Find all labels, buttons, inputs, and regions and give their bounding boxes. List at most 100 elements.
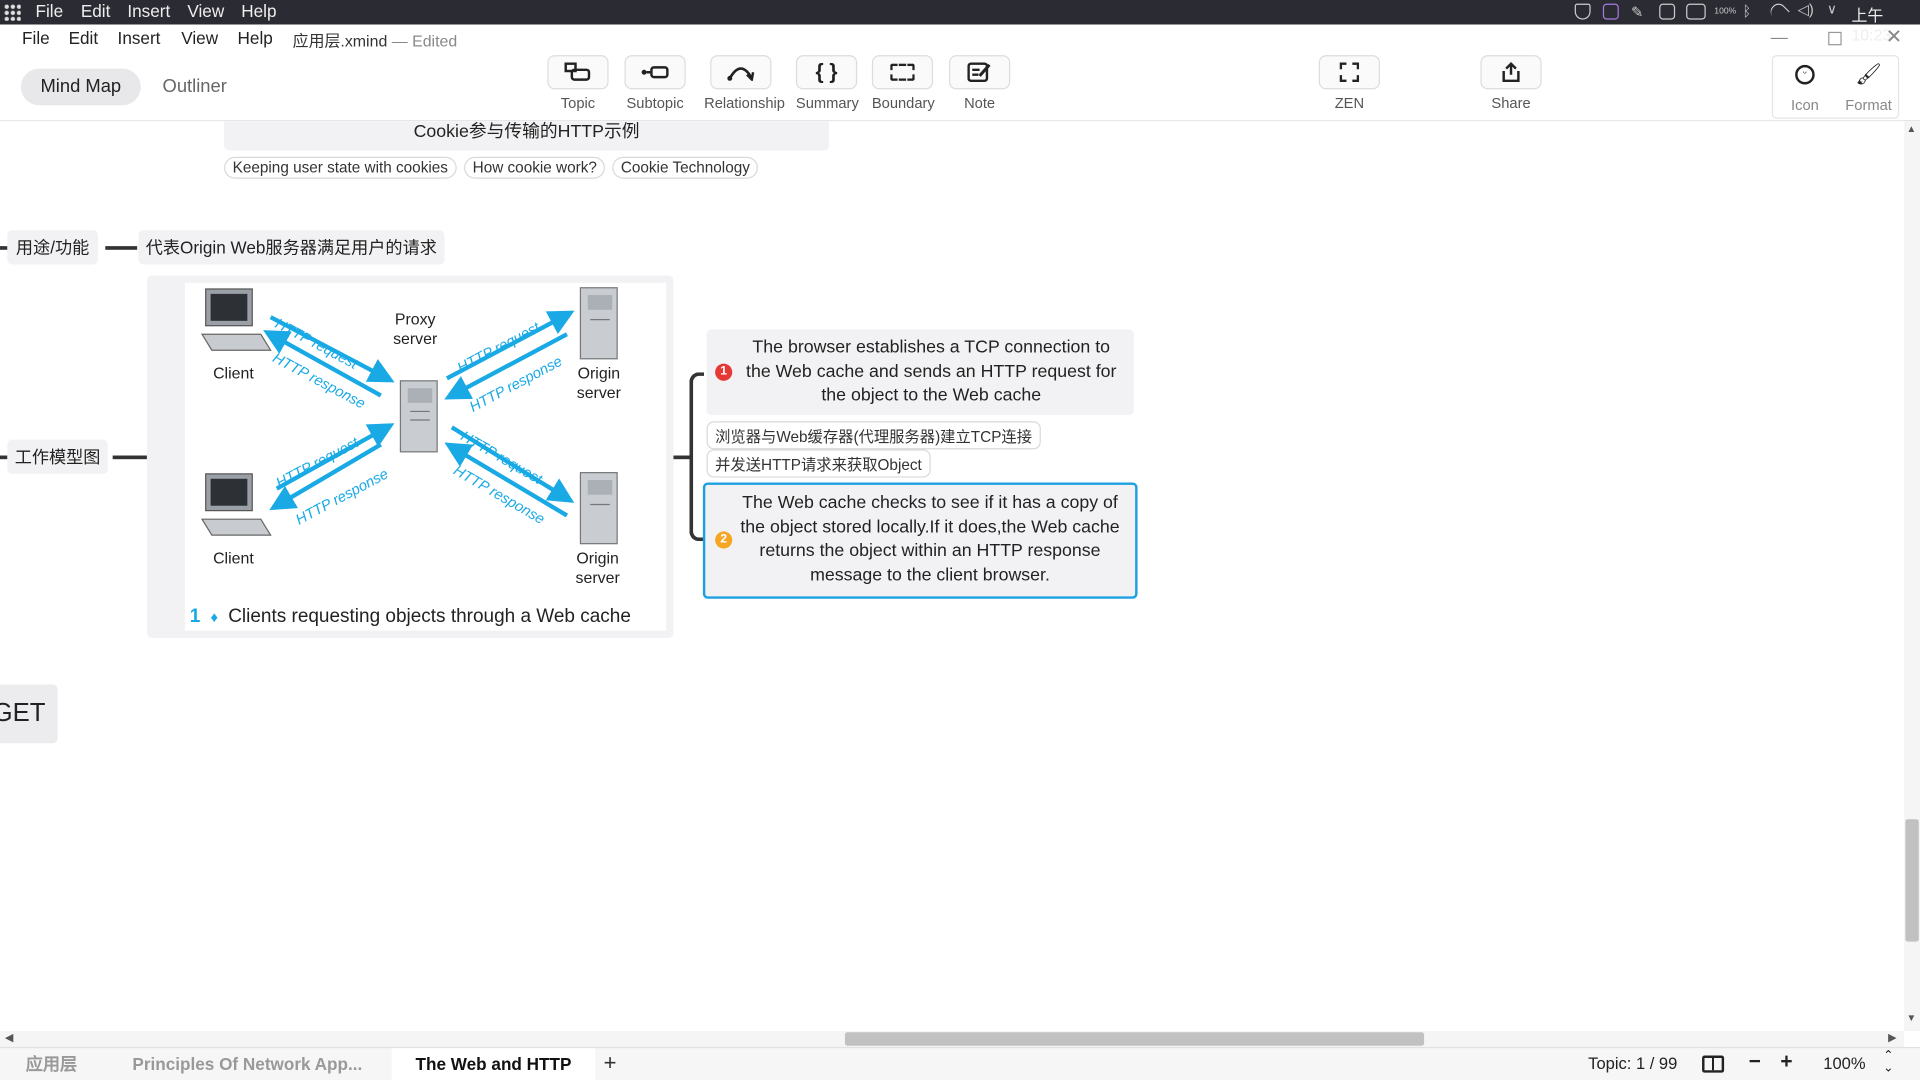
sheet-tab-active[interactable]: The Web and HTTP — [391, 1048, 596, 1080]
topic-work-model[interactable]: 工作模型图 — [7, 439, 108, 474]
summary-button[interactable]: { } Summary — [795, 55, 859, 112]
label-tag[interactable]: 并发送HTTP请求来获取Object — [706, 449, 931, 478]
format-panel-label: Format — [1845, 96, 1892, 114]
relationship-icon — [727, 67, 755, 81]
boundary-icon — [890, 63, 915, 81]
close-icon[interactable]: ✕ — [1886, 24, 1902, 48]
topic-step-1[interactable]: The browser establishes a TCP connection… — [706, 329, 1134, 416]
wifi-icon[interactable] — [1767, 0, 1790, 23]
sys-menu-insert[interactable]: Insert — [127, 1, 170, 21]
topic-label: Topic — [560, 94, 596, 112]
label-tag[interactable]: Keeping user state with cookies — [224, 156, 457, 179]
branch-line — [673, 455, 691, 460]
menu-view[interactable]: View — [181, 28, 218, 48]
relationship-button[interactable]: Relationship — [704, 55, 785, 111]
chevron-down-icon[interactable]: ∨ — [1827, 1, 1843, 17]
label-tag[interactable]: How cookie work? — [464, 156, 606, 179]
clipboard-icon[interactable] — [1659, 3, 1676, 20]
fullscreen-icon — [1339, 62, 1360, 83]
scroll-left-arrow[interactable]: ◀ — [5, 1031, 13, 1044]
topic-icon — [564, 62, 591, 81]
file-name: 应用层.xmind — [292, 31, 388, 51]
proxy-server-icon — [399, 380, 438, 453]
sys-menu-help[interactable]: Help — [241, 1, 276, 21]
format-panel-button[interactable]: 🖌 Format — [1837, 58, 1901, 114]
app-launcher-icon[interactable] — [3, 3, 21, 21]
topic-cookie-label: Cookie参与传输的HTTP示例 — [413, 122, 640, 143]
battery-icon[interactable]: 100% — [1714, 0, 1736, 16]
outliner-tab[interactable]: Outliner — [149, 69, 240, 106]
sys-menu-file[interactable]: File — [36, 1, 64, 21]
topic-purpose[interactable]: 用途/功能 — [7, 230, 98, 265]
origin-server-top-label: Origin server — [576, 363, 621, 402]
app-tray-icon[interactable] — [1602, 3, 1619, 20]
boundary-button[interactable]: Boundary — [871, 55, 935, 111]
app-menu-bar: File Edit Insert View Help 应用层.xmind — E… — [0, 24, 1920, 51]
bluetooth-icon[interactable]: ᛒ — [1742, 2, 1758, 19]
share-label: Share — [1491, 94, 1531, 112]
scroll-right-arrow[interactable]: ▶ — [1888, 1031, 1896, 1044]
client-bottom-label: Client — [213, 548, 254, 567]
menu-insert[interactable]: Insert — [118, 28, 161, 48]
proxy-server-label: Proxy server — [393, 309, 438, 348]
topic-step-2[interactable]: The Web cache checks to see if it has a … — [702, 482, 1138, 599]
marker-priority-1-icon[interactable]: 1 — [715, 363, 733, 381]
scroll-down-arrow[interactable]: ▼ — [1907, 1013, 1917, 1024]
menu-file[interactable]: File — [22, 28, 50, 48]
map-icon[interactable] — [1702, 1055, 1725, 1073]
zoom-in-icon[interactable]: + — [1780, 1049, 1792, 1073]
step-2-text: The Web cache checks to see if it has a … — [740, 493, 1120, 585]
zoom-out-icon[interactable]: − — [1749, 1049, 1761, 1073]
topic-purpose-value[interactable]: 代表Origin Web服务器满足用户的请求 — [138, 230, 445, 265]
restore-icon[interactable] — [1828, 31, 1842, 46]
sheet-tab[interactable]: 应用层 — [0, 1048, 103, 1080]
label-tag[interactable]: 浏览器与Web缓存器(代理服务器)建立TCP连接 — [706, 421, 1041, 450]
client-computer-top-icon — [200, 288, 272, 351]
menu-help[interactable]: Help — [238, 28, 273, 48]
menu-edit[interactable]: Edit — [69, 28, 99, 48]
vertical-scrollbar[interactable]: ▲ ▼ — [1904, 121, 1920, 1032]
topic-cookie-http-example[interactable]: Cookie参与传输的HTTP示例 — [224, 121, 829, 151]
sheet-tab[interactable]: Principles Of Network App... — [103, 1048, 392, 1080]
document-title: 应用层.xmind — Edited — [293, 28, 458, 51]
keyboard-icon[interactable] — [1686, 3, 1706, 20]
icon-panel-button[interactable]: ᵕ Icon — [1773, 58, 1837, 114]
topic-get[interactable]: GET — [0, 684, 58, 744]
step-1-text: The browser establishes a TCP connection… — [746, 337, 1117, 406]
marker-priority-2-icon[interactable]: 2 — [715, 531, 733, 549]
brush-icon: 🖌 — [1855, 62, 1882, 86]
subtopic-button[interactable]: Subtopic — [624, 55, 686, 111]
zen-button[interactable]: ZEN — [1318, 55, 1381, 112]
zen-label: ZEN — [1334, 94, 1365, 112]
note-label: Note — [964, 94, 996, 112]
scroll-up-arrow[interactable]: ▲ — [1907, 124, 1917, 135]
topic-purpose-value-label: 代表Origin Web服务器满足用户的请求 — [145, 237, 437, 258]
mind-map-tab[interactable]: Mind Map — [20, 68, 141, 106]
topic-count: Topic: 1 / 99 — [1588, 1054, 1678, 1073]
topic-work-model-label: 工作模型图 — [14, 446, 101, 467]
vertical-scroll-thumb[interactable] — [1905, 819, 1919, 942]
sys-menu-edit[interactable]: Edit — [81, 1, 111, 21]
feather-icon[interactable]: ✎ — [1631, 4, 1647, 21]
topic-image-proxy-diagram[interactable]: HTTP request HTTP response HTTP request … — [146, 275, 674, 638]
mind-map-canvas[interactable]: Cookie参与传输的HTTP示例 Keeping user state wit… — [0, 121, 1905, 1032]
add-sheet-icon[interactable]: + — [604, 1051, 617, 1077]
sys-menu-view[interactable]: View — [187, 1, 224, 21]
label-tag[interactable]: Cookie Technology — [612, 156, 759, 179]
note-button[interactable]: Note — [948, 55, 1011, 112]
topic-get-label: GET — [0, 699, 46, 728]
shield-icon[interactable] — [1574, 3, 1591, 20]
zoom-stepper-icon[interactable]: ⌃ ⌄ — [1883, 1050, 1893, 1075]
horizontal-scroll-thumb[interactable] — [844, 1032, 1425, 1046]
volume-icon[interactable]: ◁) — [1798, 1, 1814, 18]
share-button[interactable]: Share — [1480, 55, 1542, 112]
figure-number: 1 — [189, 606, 201, 627]
summary-label: Summary — [795, 94, 859, 112]
zoom-level[interactable]: 100% — [1823, 1054, 1865, 1072]
main-toolbar: Mind Map Outliner Topic Subtopic Relatio… — [0, 51, 1920, 122]
minimize-icon[interactable]: — — [1771, 27, 1788, 47]
figure-caption-text: Clients requesting objects through a Web… — [228, 606, 631, 627]
note-icon — [967, 62, 991, 83]
horizontal-scrollbar[interactable]: ◀ ▶ — [0, 1031, 1905, 1047]
topic-button[interactable]: Topic — [547, 55, 609, 112]
